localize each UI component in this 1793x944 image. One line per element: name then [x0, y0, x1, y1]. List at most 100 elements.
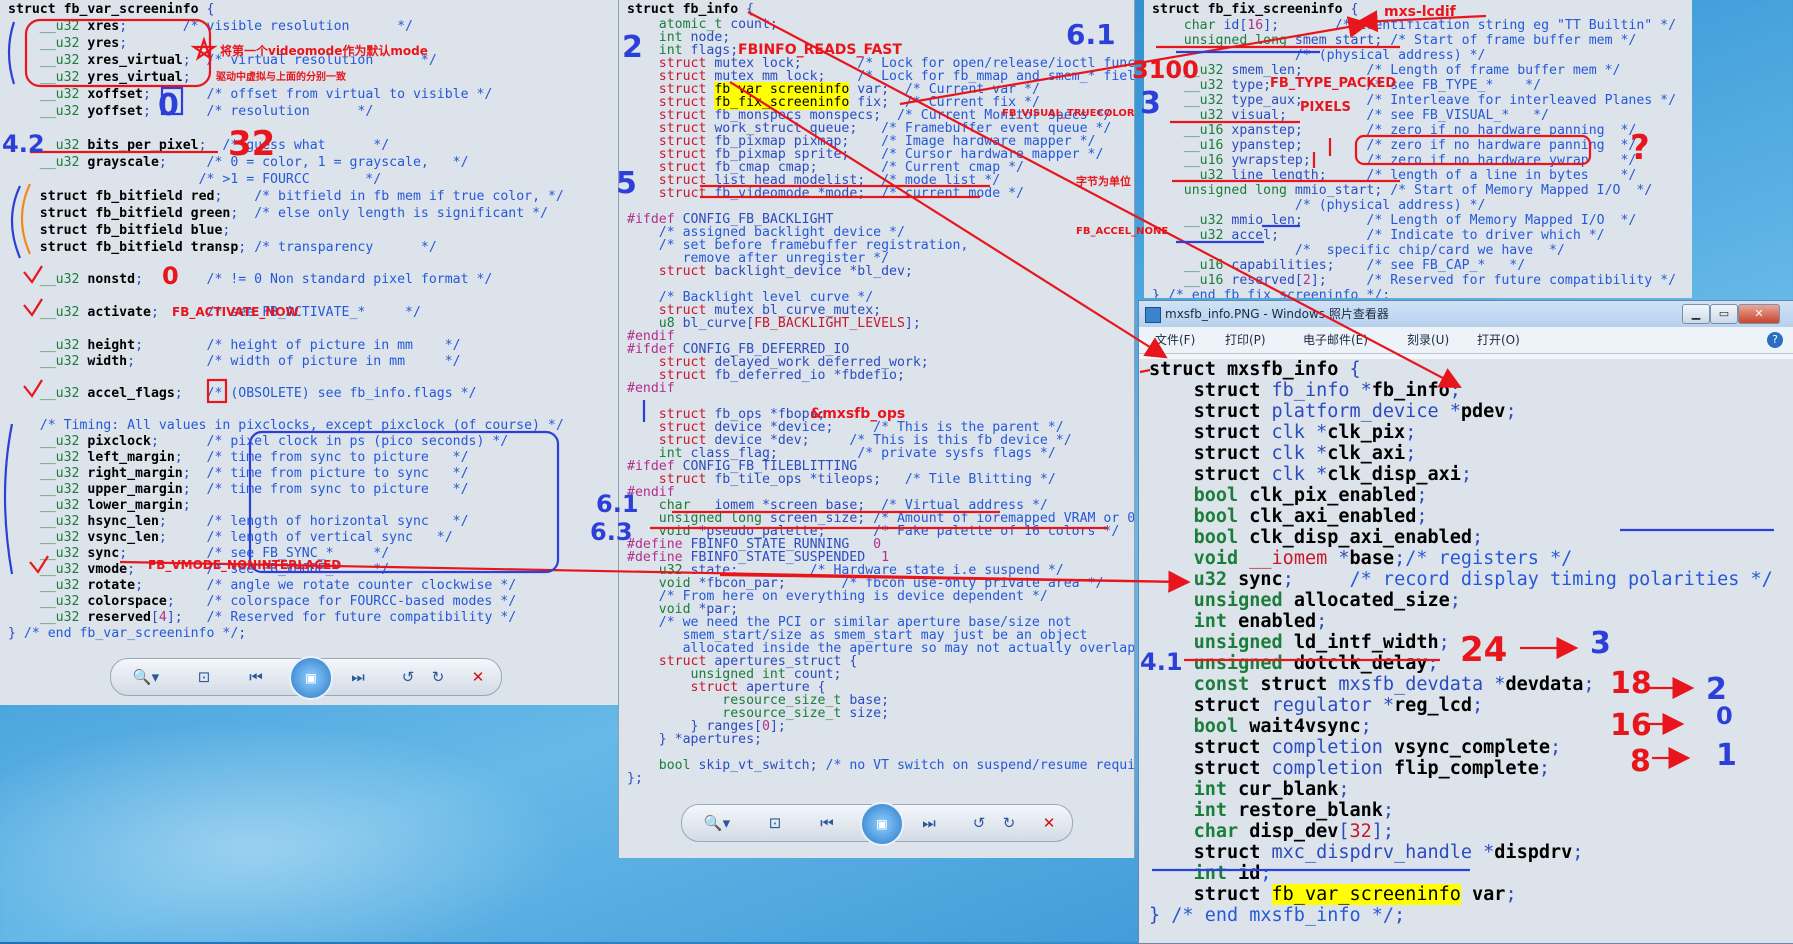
code-line: __u32 yres;: [39, 36, 128, 51]
help-icon[interactable]: ?: [1767, 332, 1783, 348]
menu-print[interactable]: 打印(P): [1225, 327, 1266, 353]
red-annotation: PIXELS: [1300, 100, 1351, 115]
code-line: __u32 left_margin; /* time from sync to …: [39, 450, 469, 465]
code-line: /* (physical address) */: [1294, 48, 1486, 63]
red-annotation: mxs-lcdif: [1384, 4, 1456, 20]
fb-info-viewer: struct fb_info { atomic_t count; int nod…: [618, 0, 1135, 858]
fix-screeninfo-viewer: struct fb_fix_screeninfo { char id[16]; …: [1144, 0, 1692, 298]
close-button[interactable]: ✕: [1738, 304, 1780, 324]
viewer-app-icon: [1145, 307, 1161, 323]
rotate-right-icon[interactable]: ↻: [423, 664, 453, 690]
slideshow-button[interactable]: ▣: [289, 656, 333, 700]
zoom-icon[interactable]: 🔍▾: [702, 810, 732, 836]
code-line: unsigned long mmio_start; /* Start of Me…: [1183, 183, 1653, 198]
delete-icon[interactable]: ✕: [1034, 810, 1064, 836]
code-line: __u16 reserved[2]; /* Reserved for futur…: [1183, 273, 1677, 288]
code-line: struct fb_videomode *mode; /* current mo…: [658, 186, 1024, 201]
code-line: struct fb_var_screeninfo var;: [1193, 884, 1517, 905]
code-line: __u32 width; /* width of picture in mm *…: [39, 354, 461, 369]
menu-open[interactable]: 打开(O): [1477, 327, 1520, 353]
maximize-button[interactable]: ▭: [1710, 304, 1738, 324]
rotate-left-icon[interactable]: ↺: [393, 664, 423, 690]
code-line: __u32 pixclock; /* pixel clock in ps (pi…: [39, 434, 509, 449]
code-line: __u32 line_length; /* length of a line i…: [1183, 168, 1637, 183]
code-line: struct clk *clk_axi;: [1193, 443, 1417, 464]
blue-annotation: 3: [1140, 86, 1161, 121]
code-line: __u32 upper_margin; /* time from sync to…: [39, 482, 469, 497]
code-line: __u32 lower_margin;: [39, 498, 191, 513]
code-line: __u32 right_margin; /* time from picture…: [39, 466, 469, 481]
code-line: __u16 capabilities; /* see FB_CAP_* */: [1183, 258, 1526, 273]
red-annotation: 0: [162, 262, 179, 290]
rotate-left-icon[interactable]: ↺: [964, 810, 994, 836]
code-line: bool clk_pix_enabled;: [1193, 485, 1428, 506]
previous-icon[interactable]: ⏮: [812, 810, 842, 836]
code-line: __u16 ypanstep; /* zero if no hardware p…: [1183, 138, 1637, 153]
code-line: __u32 yres_virtual;: [39, 70, 191, 85]
code-line: bool clk_disp_axi_enabled;: [1193, 527, 1484, 548]
rotate-right-icon[interactable]: ↻: [994, 810, 1024, 836]
code-line: /* specific chip/card we have */: [1294, 243, 1565, 258]
fit-window-icon[interactable]: ⊡: [189, 664, 219, 690]
code-line: struct fb_info {: [627, 2, 755, 17]
code-line: bool wait4vsync;: [1193, 716, 1372, 737]
code-line: struct clk *clk_disp_axi;: [1193, 464, 1473, 485]
blue-annotation: 0: [158, 88, 179, 123]
red-annotation: 32: [228, 124, 276, 164]
code-line: struct mxsfb_info {: [1149, 359, 1361, 380]
code-line: bool clk_axi_enabled;: [1193, 506, 1428, 527]
code-line: __u32 nonstd; /* != 0 Non standard pixel…: [39, 272, 493, 287]
zoom-icon[interactable]: 🔍▾: [131, 664, 161, 690]
red-annotation: 字节为单位: [1076, 175, 1131, 188]
code-line: __u32 height; /* height of picture in mm…: [39, 338, 461, 353]
fit-window-icon[interactable]: ⊡: [760, 810, 790, 836]
blue-annotation: 4.2: [2, 130, 45, 158]
var-screeninfo-code: struct fb_var_screeninfo { __u32 xres; /…: [0, 0, 620, 641]
code-line: struct fb_bitfield red; /* bitfield in f…: [39, 189, 564, 204]
slideshow-button[interactable]: ▣: [860, 802, 904, 846]
delete-icon[interactable]: ✕: [463, 664, 493, 690]
var-screeninfo-viewer: struct fb_var_screeninfo { __u32 xres; /…: [0, 0, 620, 705]
code-line: __u16 ywrapstep; /* zero if no hardware …: [1183, 153, 1637, 168]
code-line: int id;: [1193, 863, 1272, 884]
menu-burn[interactable]: 刻录(U): [1407, 327, 1449, 353]
blue-annotation: 5: [616, 166, 637, 201]
code-line: } /* end mxsfb_info */;: [1149, 905, 1406, 926]
code-line: struct fb_var_screeninfo {: [8, 2, 215, 17]
code-line: __u32 accel_flags; /* (OBSOLETE) see fb_…: [39, 386, 477, 401]
red-annotation: FB_VISUAL_TRUECOLOR: [1002, 108, 1135, 119]
blue-annotation: 0: [1716, 702, 1733, 730]
code-line: } *apertures;: [627, 732, 762, 747]
red-annotation: 3100: [1132, 56, 1199, 84]
code-line: int restore_blank;: [1193, 800, 1395, 821]
code-line: int cur_blank;: [1193, 779, 1350, 800]
code-line: struct clk *clk_pix;: [1193, 422, 1417, 443]
code-line: __u32 vsync_len; /* length of vertical s…: [39, 530, 453, 545]
blue-annotation: 6.1: [596, 490, 639, 518]
window-title: mxsfb_info.PNG - Windows 照片查看器: [1165, 307, 1389, 321]
code-line: struct regulator *reg_lcd;: [1193, 695, 1484, 716]
code-line: /* Timing: All values in pixclocks, exce…: [39, 418, 564, 433]
red-annotation: 24: [1460, 630, 1508, 670]
code-line: u32 sync; /* record display timing polar…: [1193, 569, 1773, 590]
code-line: unsigned long smem_start; /* Start of fr…: [1183, 33, 1637, 48]
minimize-button[interactable]: ▁: [1682, 304, 1710, 324]
next-icon[interactable]: ⏭: [914, 810, 944, 836]
code-line: struct fb_fix_screeninfo {: [1152, 2, 1359, 17]
code-line: struct completion vsync_complete;: [1193, 737, 1562, 758]
code-line: __u32 rotate; /* angle we rotate counter…: [39, 578, 517, 593]
menu-file[interactable]: 文件(F): [1155, 327, 1195, 353]
blue-annotation: 4.1: [1140, 648, 1183, 676]
code-line: __u32 accel; /* Indicate to driver which…: [1183, 228, 1605, 243]
code-line: } /* end fb_fix_screeninfo */;: [1152, 288, 1391, 298]
code-line: unsigned ld_intf_width;: [1193, 632, 1450, 653]
code-line: struct fb_tile_ops *tileops; /* Tile Bli…: [658, 472, 1056, 487]
next-icon[interactable]: ⏭: [343, 664, 373, 690]
menu-email[interactable]: 电子邮件(E): [1303, 327, 1368, 353]
previous-icon[interactable]: ⏮: [241, 664, 271, 690]
red-annotation: FB_ACCEL_NONE: [1076, 226, 1169, 237]
red-annotation: 18: [1610, 666, 1652, 701]
red-annotation: FB_VMODE_NONINTERLACED: [148, 558, 342, 572]
desktop-wallpaper: [0, 700, 620, 942]
viewer-toolbar: 🔍▾ ⊡ ⏮ ▣ ⏭ ↺ ↻ ✕: [110, 656, 502, 700]
